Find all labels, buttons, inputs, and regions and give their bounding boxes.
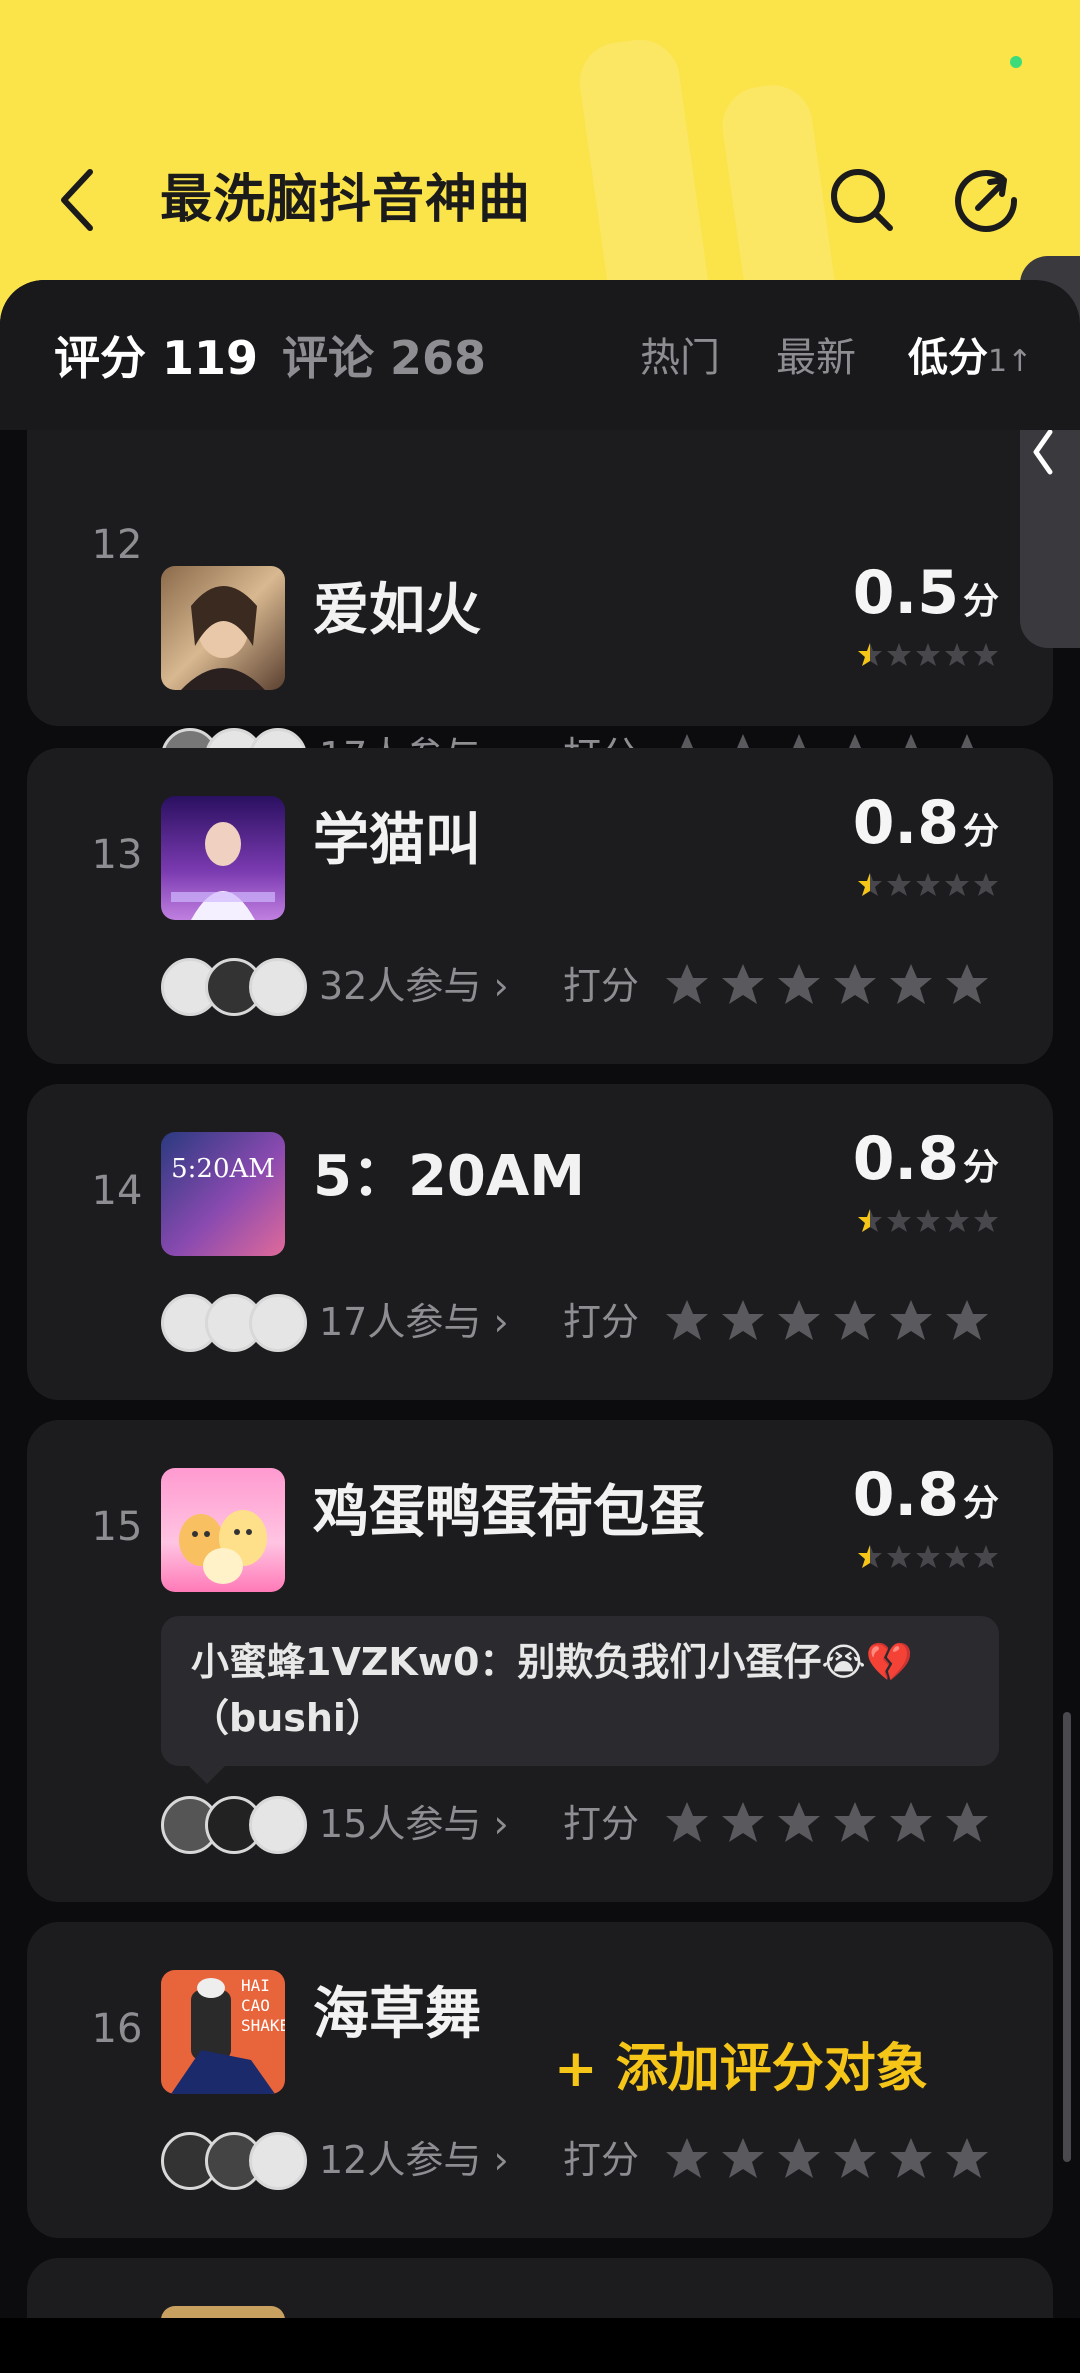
- score-unit: 分: [962, 811, 999, 852]
- add-rating-object-button[interactable]: + 添加评分对象: [554, 2034, 928, 2104]
- tab-comments-label: 评论: [282, 331, 374, 385]
- rank-number: 16: [91, 2006, 143, 2052]
- add-button-label: 添加评分对象: [615, 2039, 928, 2099]
- rate-label: 打分: [563, 1802, 640, 1846]
- score-value: 0.5: [852, 558, 959, 628]
- share-button[interactable]: [952, 166, 1020, 234]
- avatar: [249, 1294, 307, 1352]
- participant-avatars: [161, 1796, 307, 1856]
- cover-art: [171, 822, 275, 920]
- score-stars: [858, 1545, 998, 1568]
- song-title: 学猫叫: [313, 808, 481, 873]
- participant-avatars: [161, 958, 307, 1018]
- song-title: 鸡蛋鸭蛋荷包蛋: [313, 1480, 705, 1545]
- participants-count: 12人参与: [319, 2138, 482, 2182]
- share-icon: [955, 169, 1018, 232]
- tab-comments[interactable]: 评论 268: [282, 330, 486, 386]
- cover-text: 5:20AM: [171, 1154, 275, 1184]
- search-button[interactable]: [828, 166, 896, 234]
- score-value: 0.8: [852, 1124, 959, 1194]
- comment-text: 小蜜蜂1VZKw0：别欺负我们小蛋仔😭💔（bushi）: [191, 1640, 914, 1740]
- chevron-left-icon: [61, 169, 93, 231]
- chevron-right-icon: ›: [493, 1300, 509, 1344]
- score-stars: [858, 1209, 998, 1232]
- sort-low-suffix: 1↑: [988, 344, 1033, 379]
- tab-ratings-count: 119: [162, 331, 259, 385]
- chevron-right-icon: ›: [493, 964, 509, 1008]
- score-value: 0.8: [852, 788, 959, 858]
- tab-comments-count: 268: [390, 331, 487, 385]
- participants-count: 15人参与: [319, 1802, 482, 1846]
- participants-link[interactable]: 32人参与 ›: [319, 960, 509, 1012]
- bottom-bar: [0, 2318, 1080, 2373]
- chevron-right-icon: ›: [493, 1802, 509, 1846]
- scrollbar[interactable]: [1063, 1712, 1071, 2162]
- top-comment[interactable]: 小蜜蜂1VZKw0：别欺负我们小蛋仔😭💔（bushi）: [161, 1616, 999, 1784]
- cover-image: [161, 796, 285, 920]
- back-button[interactable]: [56, 168, 100, 232]
- rate-label: 打分: [563, 964, 640, 1008]
- song-title: 海草舞: [313, 1982, 481, 2047]
- score-stars: [858, 643, 998, 666]
- page-title: 最洗脑抖音神曲: [160, 170, 532, 230]
- rate-stars[interactable]: [663, 1296, 1023, 1348]
- rate-label: 打分: [563, 1300, 640, 1344]
- cover-image: 5:20AM: [161, 1132, 285, 1256]
- cover-text: HAI CAO SHAKE: [241, 1976, 285, 2035]
- participant-avatars: [161, 2132, 307, 2192]
- score-unit: 分: [962, 1147, 999, 1188]
- comment-tail: [189, 1766, 225, 1784]
- list-item[interactable]: 15 鸡蛋鸭蛋荷包蛋 0.8 分 小蜜蜂1VZKw0：别欺负我们小蛋仔😭💔（bu…: [27, 1420, 1053, 1902]
- rate-stars[interactable]: [663, 960, 1023, 1012]
- score: 0.8 分: [853, 1460, 999, 1530]
- score-value: 0.8: [852, 1460, 959, 1530]
- avatar: [249, 2132, 307, 2190]
- score: 0.8 分: [853, 788, 999, 858]
- chevron-right-icon: ›: [493, 2138, 509, 2182]
- participant-avatars: [161, 1294, 307, 1354]
- tab-ratings-label: 评分: [54, 331, 146, 385]
- rank-number: 15: [91, 1504, 143, 1550]
- cover-image: HAI CAO SHAKE: [161, 1970, 285, 2094]
- rate-label: 打分: [563, 2138, 640, 2182]
- cover-image: [161, 566, 285, 690]
- list-item[interactable]: 13 学猫叫 0.8 分 32人参与 › 打分: [27, 748, 1053, 1064]
- participants-link[interactable]: 17人参与 ›: [319, 1296, 509, 1348]
- score: 0.8 分: [853, 1124, 999, 1194]
- participants-link[interactable]: 15人参与 ›: [319, 1798, 509, 1850]
- list-item[interactable]: 12 爱如火 0.5 分: [27, 390, 1053, 786]
- plus-icon: +: [554, 2039, 598, 2099]
- rank-number: 12: [91, 522, 143, 568]
- list-item[interactable]: 14 5:20AM 5：20AM 0.8 分 17人参与 › 打分: [27, 1084, 1053, 1400]
- rank-number: 13: [91, 832, 143, 878]
- sort-low-label: 低分: [908, 335, 988, 381]
- cover-art: [179, 1510, 267, 1584]
- search-icon: [831, 169, 893, 231]
- participants-count: 32人参与: [319, 964, 482, 1008]
- tab-bar-overlay: 评分 119 评论 268 热门 最新 低分1↑: [0, 280, 1080, 430]
- song-title: 5：20AM: [313, 1144, 585, 1209]
- sort-hot[interactable]: 热门: [640, 332, 720, 384]
- status-dot: [1010, 56, 1022, 68]
- rate-stars[interactable]: [663, 1798, 1023, 1850]
- score-unit: 分: [962, 1483, 999, 1524]
- score-unit: 分: [962, 581, 999, 622]
- rank-number: 14: [91, 1168, 143, 1214]
- cover-art: [181, 586, 265, 690]
- participants-count: 17人参与: [319, 1300, 482, 1344]
- avatar: [249, 1796, 307, 1854]
- song-title: 爱如火: [313, 578, 481, 643]
- score: 0.5 分: [853, 558, 999, 628]
- score-stars: [858, 873, 998, 896]
- sort-low[interactable]: 低分1↑: [908, 332, 1032, 388]
- sort-new[interactable]: 最新: [776, 332, 856, 384]
- participants-link[interactable]: 12人参与 ›: [319, 2134, 509, 2186]
- cover-image: [161, 1468, 285, 1592]
- avatar: [249, 958, 307, 1016]
- tab-ratings[interactable]: 评分 119: [54, 330, 258, 386]
- rate-stars[interactable]: [663, 2134, 1023, 2186]
